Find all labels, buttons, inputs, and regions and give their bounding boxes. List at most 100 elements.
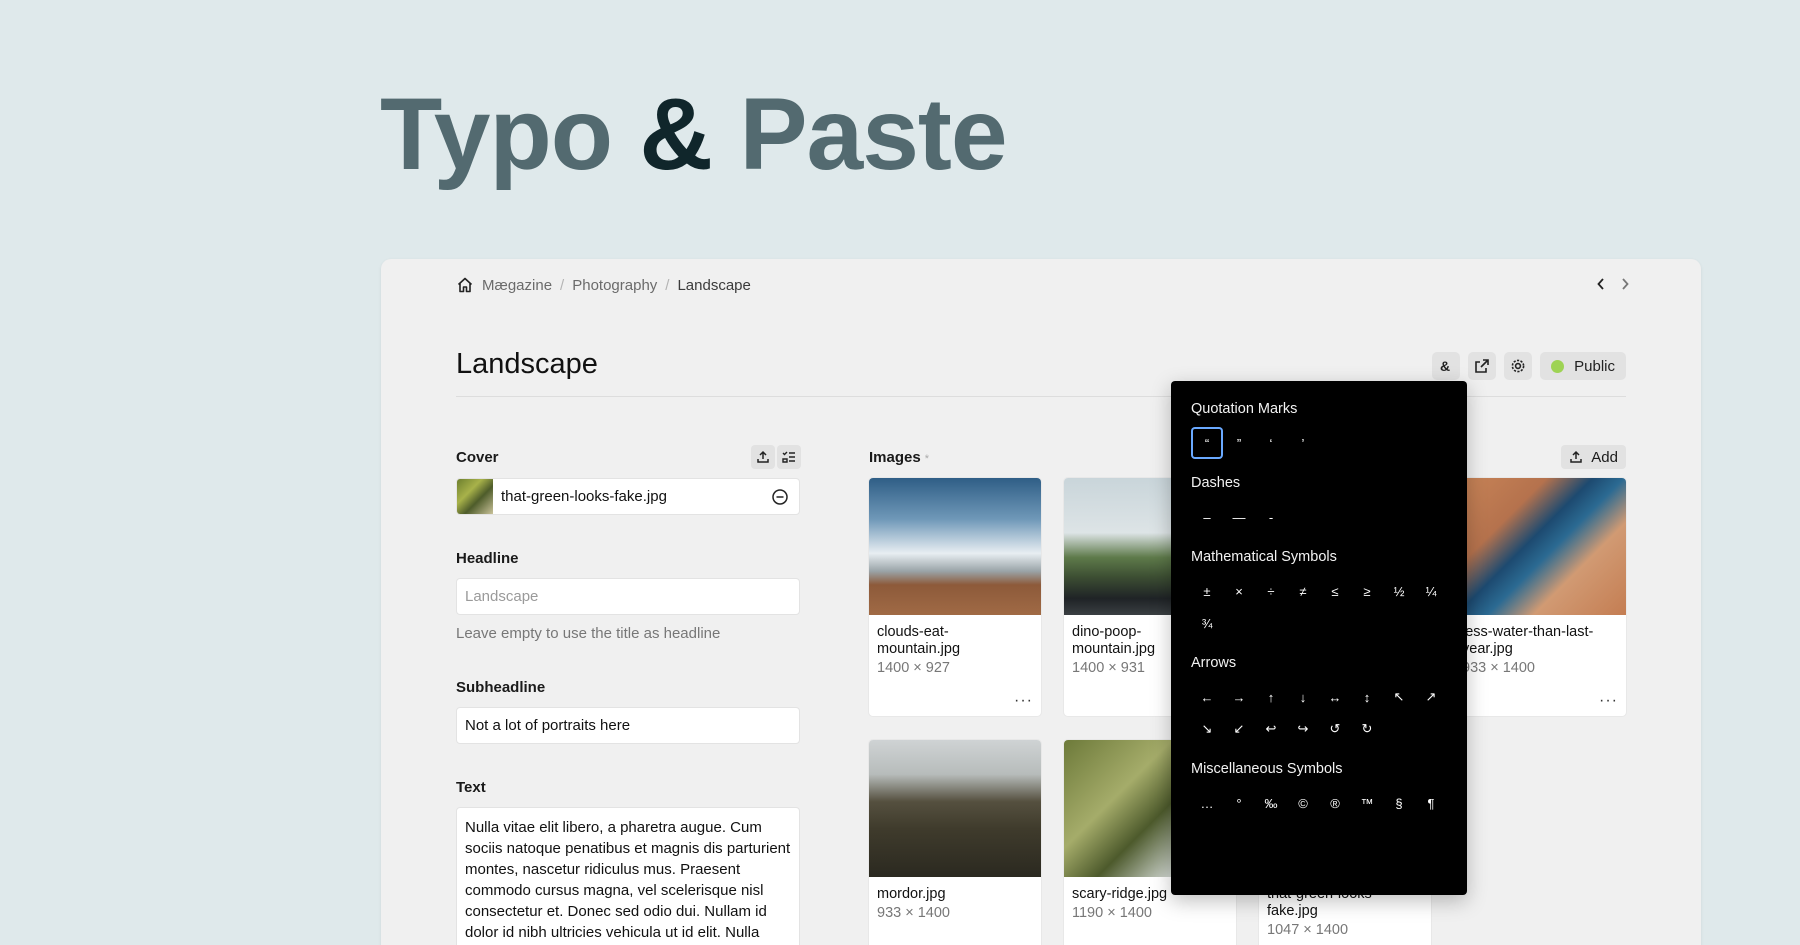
palette-char[interactable]: ± [1191,575,1223,607]
palette-group-title: Quotation Marks [1191,401,1298,417]
palette-char[interactable]: ¶ [1415,787,1447,819]
image-card[interactable]: less-water-than-last- year.jpg 933 × 140… [1454,478,1626,716]
palette-char[interactable]: ‰ [1255,787,1287,819]
palette-group-title: Arrows [1191,655,1237,671]
image-dimensions: 933 × 1400 [877,905,950,921]
image-thumbnail [869,478,1041,615]
palette-group-math: Mathematical Symbols ± × ÷ ≠ ≤ ≥ ½ ¼ ¾ [1191,547,1447,639]
breadcrumb-item-magazine[interactable]: Mægazine [482,277,552,294]
headline-input[interactable] [456,578,800,615]
palette-char[interactable]: © [1287,787,1319,819]
palette-char[interactable]: ↔ [1319,681,1351,713]
palette-char[interactable]: ↻ [1351,713,1383,745]
palette-char[interactable]: ‘ [1255,427,1287,459]
visibility-label: Public [1574,357,1615,375]
image-dimensions: 1047 × 1400 [1267,922,1349,938]
palette-char[interactable]: ’ [1287,427,1319,459]
editor-panel: Mægazine / Photography / Landscape Lands… [381,259,1701,945]
text-area[interactable]: Nulla vitae elit libero, a pharetra augu… [456,807,800,945]
palette-char[interactable]: – [1191,501,1223,533]
headline-hint: Leave empty to use the title as headline [456,625,721,642]
palette-char[interactable]: § [1383,787,1415,819]
hero-ampersand: & [639,77,713,191]
open-external-button[interactable] [1468,352,1497,380]
required-marker: * [924,453,929,465]
palette-group-arrows: Arrows ← → ↑ ↓ ↔ ↕ ↖ ↗ ↘ ↙ ↩ ↪ ↺ ↻ [1191,653,1447,745]
more-options-button[interactable]: ··· [1599,692,1618,710]
palette-char[interactable]: ” [1223,427,1255,459]
add-image-label: Add [1591,448,1618,466]
palette-char[interactable]: “ [1191,427,1223,459]
palette-char[interactable]: ° [1223,787,1255,819]
palette-char[interactable]: ½ [1383,575,1415,607]
hero-word-typo: Typo [380,77,613,191]
breadcrumb-separator: / [560,276,565,294]
palette-char[interactable]: ≥ [1351,575,1383,607]
header-actions: & Public [1432,352,1626,380]
chevron-left-icon[interactable] [1595,275,1607,293]
subheadline-label: Subheadline [456,679,546,696]
ampersand-icon: & [1440,358,1450,374]
image-card[interactable]: clouds-eat- mountain.jpg 1400 × 927 ··· [869,478,1041,716]
cover-tools [751,445,801,469]
image-dimensions: 933 × 1400 [1462,660,1535,676]
palette-char[interactable]: ↕ [1351,681,1383,713]
palette-char[interactable]: ← [1191,681,1223,713]
image-filename: less-water-than-last- year.jpg [1462,624,1594,657]
hero-word-paste: Paste [739,77,1007,191]
remove-circle-icon[interactable] [771,488,789,506]
palette-group-title: Dashes [1191,475,1241,491]
upload-icon [757,450,769,463]
chevron-right-icon[interactable] [1619,275,1631,293]
palette-char[interactable]: ↙ [1223,713,1255,745]
cover-thumbnail [457,479,493,514]
palette-char[interactable]: × [1223,575,1255,607]
palette-group-title: Mathematical Symbols [1191,549,1337,565]
palette-char[interactable]: ÷ [1255,575,1287,607]
palette-char[interactable]: ↓ [1287,681,1319,713]
palette-char[interactable]: ≤ [1319,575,1351,607]
breadcrumb-item-photography[interactable]: Photography [572,277,657,294]
palette-char[interactable]: ↩ [1255,713,1287,745]
palette-char[interactable]: — [1223,501,1255,533]
palette-char[interactable]: ≠ [1287,575,1319,607]
palette-char[interactable]: ™ [1351,787,1383,819]
palette-char[interactable]: ¾ [1191,607,1223,639]
visibility-status-button[interactable]: Public [1540,352,1626,380]
headline-label: Headline [456,550,519,567]
palette-group-misc: Miscellaneous Symbols … ° ‰ © ® ™ § ¶ [1191,759,1447,819]
palette-char[interactable]: ® [1319,787,1351,819]
select-from-list-button[interactable] [777,445,801,469]
palette-char[interactable]: ↺ [1319,713,1351,745]
palette-char[interactable]: ↪ [1287,713,1319,745]
palette-char[interactable]: - [1255,501,1287,533]
external-link-icon [1475,359,1489,373]
breadcrumb-item-landscape[interactable]: Landscape [677,277,750,294]
checklist-icon [782,451,795,463]
palette-group-title: Miscellaneous Symbols [1191,761,1343,777]
image-dimensions: 1400 × 927 [877,660,950,676]
typography-button[interactable]: & [1432,352,1461,380]
gear-icon [1511,359,1525,373]
more-options-button[interactable]: ··· [1014,692,1033,710]
settings-button[interactable] [1504,352,1533,380]
palette-char[interactable]: ↘ [1191,713,1223,745]
palette-char[interactable]: ↖ [1383,681,1415,713]
home-icon[interactable] [456,276,474,294]
image-card[interactable]: mordor.jpg 933 × 1400 [869,740,1041,945]
image-thumbnail [1454,478,1626,615]
palette-char[interactable]: ¼ [1415,575,1447,607]
upload-icon [1570,450,1583,463]
palette-char[interactable]: … [1191,787,1223,819]
page-pager [1595,275,1631,293]
upload-button[interactable] [751,445,775,469]
images-label-text: Images [869,449,921,466]
page-title: Landscape [456,348,598,380]
cover-file-field[interactable]: that-green-looks-fake.jpg [456,478,800,515]
add-image-button[interactable]: Add [1561,445,1626,469]
palette-char[interactable]: ↗ [1415,681,1447,713]
palette-char[interactable]: ↑ [1255,681,1287,713]
palette-char[interactable]: → [1223,681,1255,713]
status-dot-icon [1551,359,1565,373]
subheadline-input[interactable] [456,707,800,744]
